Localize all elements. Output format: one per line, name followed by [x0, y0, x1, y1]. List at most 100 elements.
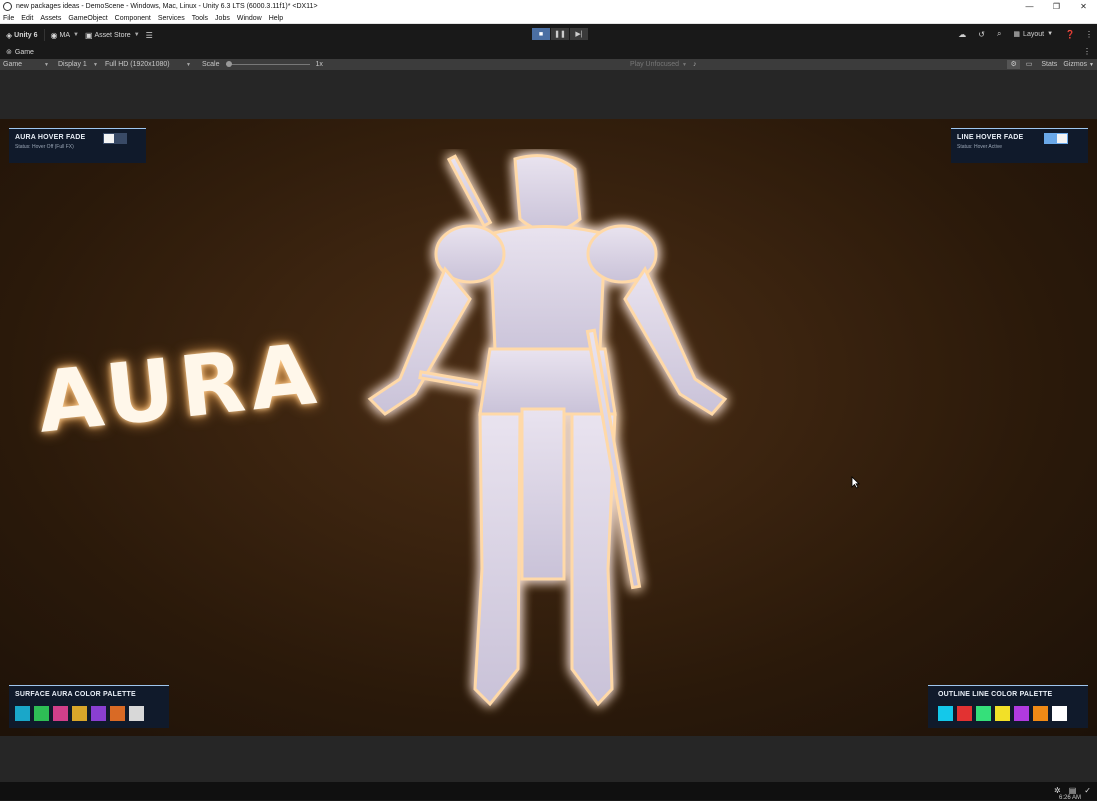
mouse-cursor-icon	[851, 476, 860, 489]
maximize-button[interactable]: ❐	[1043, 0, 1070, 13]
mute-audio-icon[interactable]: ♪	[693, 61, 697, 68]
menu-edit[interactable]: Edit	[21, 15, 33, 22]
viewport-letterbox-bottom	[0, 736, 1097, 782]
view-dropdown-label: Game	[3, 61, 23, 68]
outline-line-swatch-5[interactable]	[1014, 706, 1029, 721]
outline-line-swatch-3[interactable]	[976, 706, 991, 721]
minimize-button[interactable]: —	[1016, 0, 1043, 13]
frame-debugger-icon[interactable]: ⚙	[1007, 60, 1020, 69]
history-icon[interactable]: ↺	[978, 30, 985, 39]
menu-tools[interactable]: Tools	[192, 15, 208, 22]
account-label: MA	[59, 31, 70, 39]
aura-hover-fade-toggle[interactable]	[103, 133, 127, 144]
line-hover-fade-toggle[interactable]	[1044, 133, 1068, 144]
stats-button[interactable]: Stats	[1041, 61, 1057, 68]
resolution-dropdown[interactable]: Full HD (1920x1080) ▼	[102, 61, 194, 68]
viewport-letterbox-top	[0, 70, 1097, 119]
menu-component[interactable]: Component	[115, 15, 151, 22]
layout-dropdown[interactable]: ▦ Layout ▼	[1013, 30, 1053, 39]
cloud-icon[interactable]: ☁	[958, 30, 966, 39]
menu-bar: File Edit Assets GameObject Component Se…	[0, 13, 1097, 24]
tab-game-label: Game	[14, 48, 34, 56]
game-view-toolbar: Game ▼ Display 1 ▼ Full HD (1920x1080) ▼…	[0, 59, 1097, 70]
surface-aura-swatch-3[interactable]	[53, 706, 68, 721]
surface-aura-swatch-7[interactable]	[129, 706, 144, 721]
account-icon: ◉	[50, 30, 58, 40]
aspect-icon[interactable]: ▭	[1022, 60, 1036, 69]
search-icon[interactable]: ⌕	[997, 29, 1001, 39]
unity-app-icon	[3, 2, 12, 11]
gamepad-icon: ⊚	[6, 49, 12, 56]
play-button[interactable]: ■	[532, 28, 550, 40]
outline-line-palette-panel: OUTLINE LINE COLOR PALETTE	[928, 685, 1088, 728]
chevron-down-icon: ▼	[133, 32, 140, 38]
outline-line-swatch-4[interactable]	[995, 706, 1010, 721]
outline-line-swatch-2[interactable]	[957, 706, 972, 721]
stack-icon: ☰	[145, 30, 153, 40]
chevron-down-icon[interactable]: ▼	[1089, 62, 1094, 68]
view-dropdown[interactable]: Game ▼	[0, 61, 52, 68]
chevron-down-icon: ▼	[93, 61, 98, 68]
play-focus-label: Play Unfocused	[630, 61, 680, 68]
menu-window[interactable]: Window	[237, 15, 262, 22]
asset-store-dropdown[interactable]: ▣ Asset Store ▼	[85, 31, 140, 40]
tab-game[interactable]: ⊚ Game	[6, 48, 34, 57]
display-dropdown[interactable]: Display 1 ▼	[55, 61, 101, 68]
help-icon[interactable]: ❓	[1065, 30, 1075, 39]
outline-line-swatch-7[interactable]	[1052, 706, 1067, 721]
surface-aura-swatch-4[interactable]	[72, 706, 87, 721]
gizmos-button[interactable]: Gizmos	[1063, 61, 1087, 68]
surface-aura-swatch-1[interactable]	[15, 706, 30, 721]
account-dropdown[interactable]: ◉ MA ▼	[51, 31, 79, 40]
unity-logo-icon: ◈	[6, 30, 13, 40]
menu-help[interactable]: Help	[269, 15, 283, 22]
menu-services[interactable]: Services	[158, 15, 185, 22]
unity-button[interactable]: ◈ Unity 6	[6, 31, 38, 40]
step-button[interactable]: ▶|	[570, 28, 588, 40]
menu-file[interactable]: File	[3, 15, 14, 22]
check-circle-icon[interactable]: ✓	[1084, 786, 1091, 795]
toolbar-divider	[43, 29, 45, 41]
toggle-knob	[104, 134, 114, 143]
close-button[interactable]: ✕	[1070, 0, 1097, 13]
surface-aura-swatch-2[interactable]	[34, 706, 49, 721]
pause-icon: ❚❚	[554, 31, 566, 38]
surface-aura-swatch-5[interactable]	[91, 706, 106, 721]
chevron-down-icon: ▼	[186, 61, 191, 68]
tab-menu-icon[interactable]: ⋮	[1083, 47, 1091, 56]
more-options-icon[interactable]: ⋮	[1085, 30, 1093, 39]
scale-value: 1x	[315, 61, 323, 68]
outline-line-swatch-6[interactable]	[1033, 706, 1048, 721]
surface-aura-swatch-6[interactable]	[110, 706, 125, 721]
stop-square-icon: ■	[538, 30, 544, 38]
outline-line-swatch-1[interactable]	[938, 706, 953, 721]
game-view-right-tools: ⚙ ▭ Stats Gizmos ▼	[1004, 59, 1094, 70]
scale-label: Scale	[202, 61, 220, 68]
version-control-button[interactable]: ☰	[146, 31, 155, 40]
window-title: new packages ideas - DemoScene - Windows…	[16, 3, 318, 10]
chevron-down-icon: ▼	[682, 61, 687, 68]
scale-slider-thumb[interactable]	[225, 61, 232, 67]
unity-label: Unity 6	[14, 31, 38, 39]
toolbar-right: ☁ ↺ ⌕ ▦ Layout ▼ ❓ ⋮	[946, 29, 1093, 39]
notification-icon[interactable]: ▤	[1069, 786, 1077, 795]
scale-slider[interactable]	[225, 59, 310, 70]
outline-line-palette-title: OUTLINE LINE COLOR PALETTE	[938, 691, 1053, 698]
line-hover-fade-status: Status: Hover Active	[957, 144, 1003, 150]
menu-jobs[interactable]: Jobs	[215, 15, 230, 22]
chevron-down-icon: ▼	[44, 61, 49, 68]
bug-report-icon[interactable]: ✲	[1054, 786, 1061, 795]
line-hover-fade-panel: LINE HOVER FADE Status: Hover Active	[951, 128, 1088, 163]
menu-assets[interactable]: Assets	[40, 15, 61, 22]
pause-button[interactable]: ❚❚	[551, 28, 569, 40]
outline-line-swatches	[938, 706, 1071, 721]
toggle-knob	[1057, 134, 1067, 143]
play-controls: ■ ❚❚ ▶|	[532, 28, 589, 40]
game-viewport[interactable]: AURA AURA HOVER FADE Status: Hover Off (…	[0, 119, 1097, 736]
surface-aura-palette-panel: SURFACE AURA COLOR PALETTE	[9, 685, 169, 728]
taskbar: ✲ ▤ ✓ 6:26 AM	[0, 782, 1097, 801]
menu-gameobject[interactable]: GameObject	[68, 15, 107, 22]
game-tab-row: ⊚ Game ⋮	[0, 45, 1097, 59]
layout-label: Layout	[1023, 30, 1045, 38]
play-focus-dropdown[interactable]: Play Unfocused ▼ ♪	[630, 59, 696, 70]
